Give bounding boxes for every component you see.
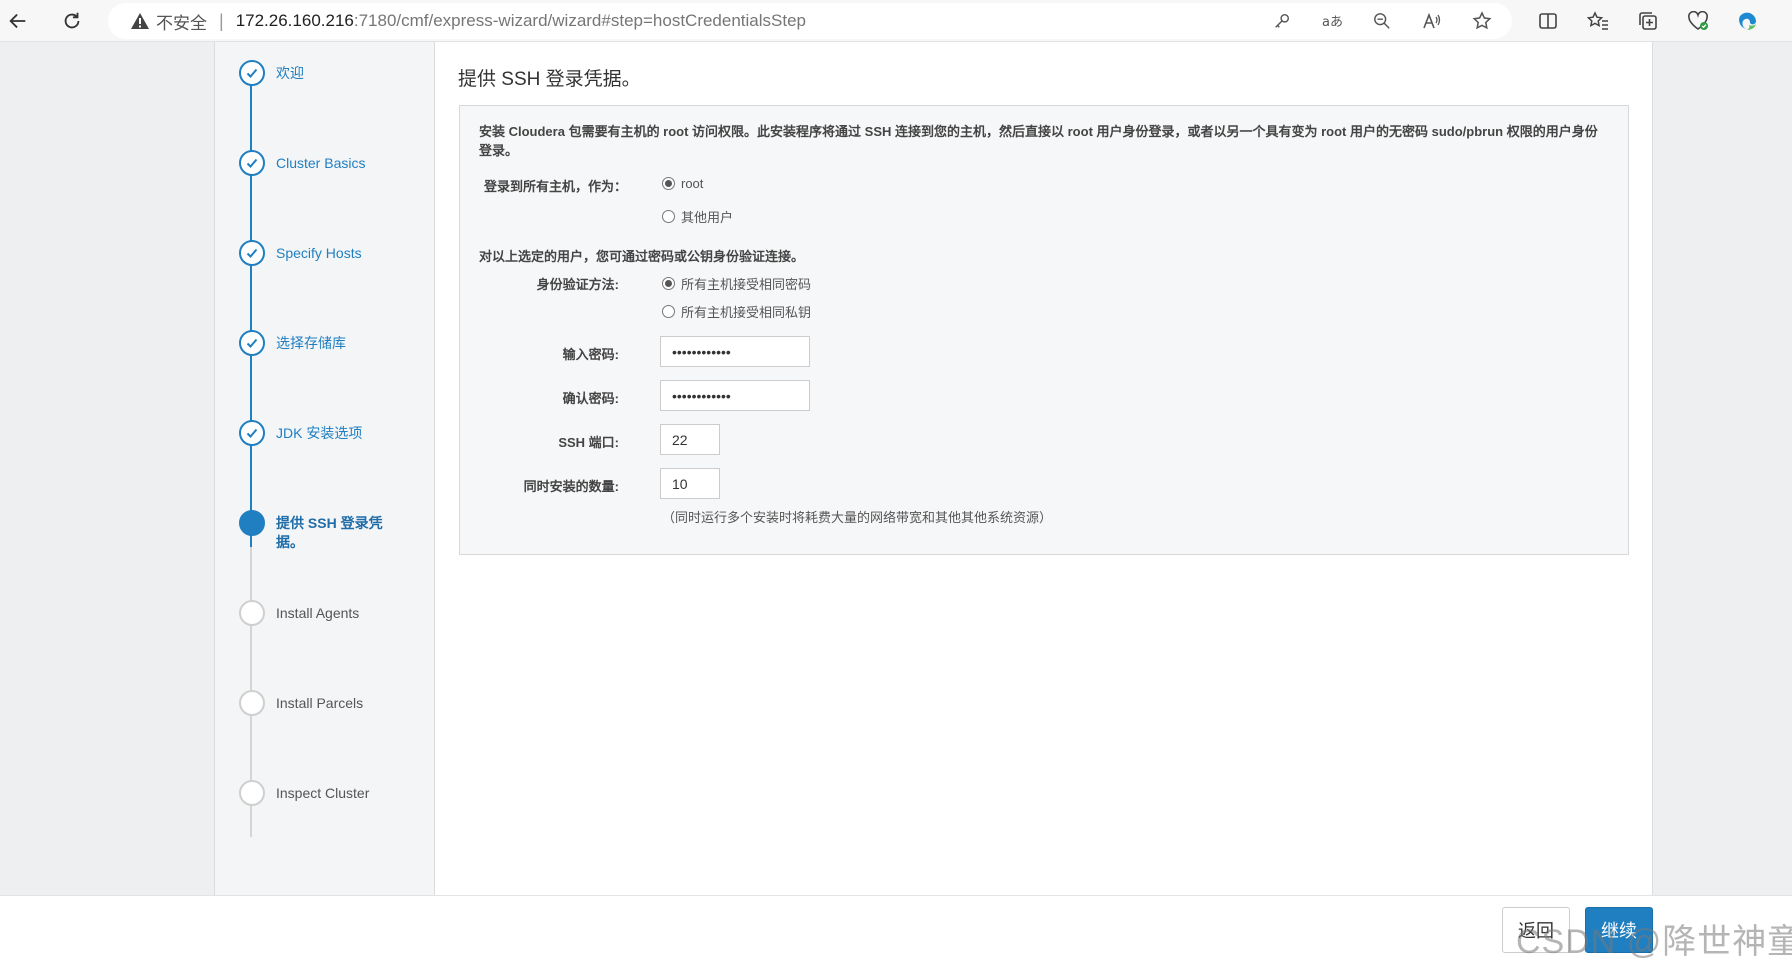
login-as-label: 登录到所有主机，作为： [484,179,628,194]
step-label: 欢迎 [276,65,304,81]
step-label: Specify Hosts [276,245,362,261]
confirm-password-label: 确认密码: [562,391,619,406]
warning-icon[interactable] [130,12,150,30]
main-panel: 提供 SSH 登录凭据。 安装 Cloudera 包需要有主机的 root 访问… [435,42,1653,895]
edge-copilot-icon[interactable] [1730,5,1766,37]
check-icon [239,420,265,446]
auth-note: 对以上选定的用户，您可通过密码或公钥身份验证连接。 [479,249,805,264]
step-label: 提供 SSH 登录凭据。 [276,515,383,550]
radio-label: 所有主机接受相同私钥 [681,305,812,320]
radio-selected-icon [662,277,675,290]
step-select-repository[interactable]: 选择存储库 [239,330,396,356]
password-input[interactable]: •••••••••••• [660,336,810,367]
step-specify-hosts[interactable]: Specify Hosts [239,240,396,266]
step-install-parcels: Install Parcels [239,690,396,716]
wizard-footer: 返回 继续 CSDN @降世神童 [0,895,1792,967]
step-welcome[interactable]: 欢迎 [239,60,396,86]
active-step-dot-icon [239,510,265,536]
step-label: Inspect Cluster [276,785,370,801]
confirm-password-input[interactable]: •••••••••••• [660,380,810,411]
translate-icon[interactable]: aあ [1316,5,1348,37]
step-label: JDK 安装选项 [276,425,363,441]
auth-method-label: 身份验证方法: [536,277,619,292]
browser-essentials-icon[interactable] [1680,5,1716,37]
favorite-star-icon[interactable] [1466,5,1498,37]
radio-label: root [681,176,704,191]
auth-same-private-key-radio[interactable]: 所有主机接受相同私钥 [662,302,811,321]
radio-unselected-icon [662,305,675,318]
step-ssh-credentials[interactable]: 提供 SSH 登录凭据。 [239,510,396,552]
read-aloud-icon[interactable] [1416,5,1448,37]
insecure-label: 不安全 [156,13,207,33]
step-label: Cluster Basics [276,155,366,171]
auth-same-password-radio[interactable]: 所有主机接受相同密码 [662,274,811,293]
root-access-description: 安装 Cloudera 包需要有主机的 root 访问权限。此安装程序将通过 S… [479,124,1598,158]
ssh-credentials-form: 安装 Cloudera 包需要有主机的 root 访问权限。此安装程序将通过 S… [459,105,1629,555]
check-icon [239,150,265,176]
pending-circle-icon [239,600,265,626]
radio-selected-icon [662,177,675,190]
radio-label: 所有主机接受相同密码 [681,277,812,292]
favorites-icon[interactable] [1580,5,1616,37]
wizard-steps-sidebar: 欢迎 Cluster Basics Specify Hosts 选择存储库 JD… [214,42,435,895]
ssh-port-label: SSH 端口: [558,435,619,450]
concurrency-input[interactable]: 10 [660,468,720,499]
check-icon [239,330,265,356]
radio-label: 其他用户 [681,210,734,225]
step-label: Install Parcels [276,695,364,711]
login-other-user-radio[interactable]: 其他用户 [662,207,733,226]
split-screen-icon[interactable] [1530,5,1566,37]
key-icon[interactable] [1266,5,1298,37]
url-path: :7180/cmf/express-wizard/wizard#step=hos… [353,11,806,30]
login-root-radio[interactable]: root [662,176,703,191]
address-separator: | [219,10,224,31]
ssh-port-input[interactable]: 22 [660,424,720,455]
watermark: CSDN @降世神童 [1516,923,1792,961]
step-inspect-cluster: Inspect Cluster [239,780,396,806]
collections-icon[interactable] [1630,5,1666,37]
password-label: 输入密码: [562,347,619,362]
back-arrow-icon[interactable] [2,5,34,37]
page-title: 提供 SSH 登录凭据。 [458,69,641,90]
step-install-agents: Install Agents [239,600,396,626]
check-icon [239,240,265,266]
step-label: 选择存储库 [276,335,346,351]
pending-circle-icon [239,780,265,806]
concurrency-label: 同时安装的数量: [523,479,619,494]
svg-text:aあ: aあ [1322,15,1343,30]
pending-circle-icon [239,690,265,716]
address-bar[interactable]: 不安全 | 172.26.160.216 :7180/cmf/express-w… [108,3,1512,39]
step-line-completed [250,77,252,547]
zoom-out-icon[interactable] [1366,5,1398,37]
browser-toolbar: 不安全 | 172.26.160.216 :7180/cmf/express-w… [0,0,1792,42]
step-jdk-options[interactable]: JDK 安装选项 [239,420,396,446]
url-host: 172.26.160.216 [235,11,354,30]
check-icon [239,60,265,86]
radio-unselected-icon [662,210,675,223]
concurrency-hint: （同时运行多个安装时将耗费大量的网络带宽和其他其他系统资源） [662,510,1053,525]
step-cluster-basics[interactable]: Cluster Basics [239,150,396,176]
refresh-icon[interactable] [56,5,88,37]
step-label: Install Agents [276,605,360,621]
